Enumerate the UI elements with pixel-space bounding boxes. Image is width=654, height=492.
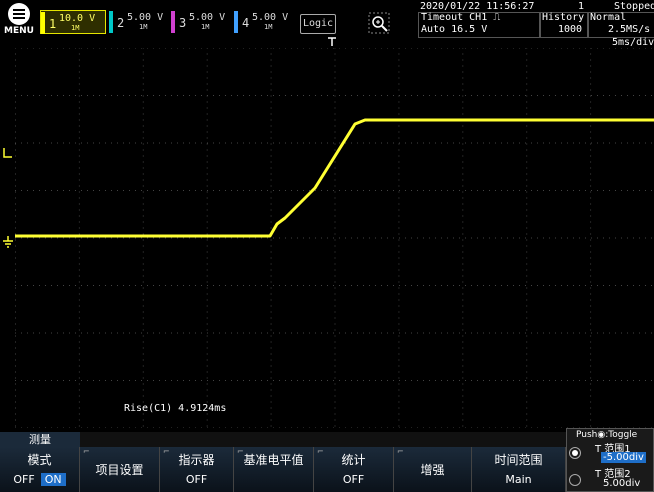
submenu-corner-icon: ⌐	[83, 447, 90, 456]
channel-4-scale: 5.00 V	[252, 12, 289, 23]
channel-4-coupling: 1M	[264, 23, 273, 31]
channel-1-number: 1	[49, 17, 57, 31]
logic-button[interactable]: Logic	[300, 14, 336, 34]
gain-softkey[interactable]: ⌐ 增强	[394, 447, 472, 492]
trigger-level-marker-icon	[3, 148, 12, 158]
range1-radio[interactable]	[569, 447, 581, 459]
channel-2-scale: 5.00 V	[127, 12, 164, 23]
push-toggle-hint: Push◉:Toggle	[576, 430, 638, 440]
gain-label: 增强	[420, 463, 445, 477]
trigger-position-marker-icon	[328, 37, 336, 46]
indicator-label: 指示器	[178, 453, 215, 467]
menu-label: MENU	[4, 26, 34, 36]
channel-4-number: 4	[242, 16, 250, 30]
channel-3-indicator[interactable]: 3 5.00 V 1M	[171, 10, 231, 34]
sample-rate: 2.5MS/s	[608, 24, 651, 35]
mode-softkey[interactable]: 模式 OFF ON	[0, 447, 80, 492]
graticule	[15, 48, 654, 428]
acquisition-mode: Normal	[590, 12, 627, 23]
time-range-panel[interactable]: Push◉:Toggle T 范围1 -5.00div T 范围2 5.00di…	[566, 428, 654, 492]
range2-value: 5.00div	[603, 478, 641, 489]
statistics-label: 统计	[341, 453, 366, 467]
range1-value[interactable]: -5.00div	[601, 452, 646, 463]
channel-3-coupling: 1M	[201, 23, 210, 31]
time-range-softkey[interactable]: 时间范围 Main	[472, 447, 566, 492]
channel-4-color-bar	[234, 11, 238, 33]
time-range-label: 时间范围	[494, 453, 543, 467]
channel-1-indicator[interactable]: 1 10.0 V 1M	[40, 10, 106, 34]
channel-4-indicator[interactable]: 4 5.00 V 1M	[234, 10, 294, 34]
indicator-value: OFF	[185, 473, 208, 486]
statistics-softkey[interactable]: ⌐ 统计 OFF	[314, 447, 394, 492]
channel-1-scale: 10.0 V	[59, 13, 96, 24]
datetime: 2020/01/22 11:56:27	[420, 1, 535, 12]
reference-level-softkey[interactable]: ⌐ 基准电平值	[234, 447, 314, 492]
submenu-corner-icon: ⌐	[397, 447, 404, 456]
channel-3-color-bar	[171, 11, 175, 33]
waveform-grid[interactable]	[15, 48, 654, 428]
ground-marker-icon	[3, 236, 13, 248]
channel-2-color-bar	[109, 11, 113, 33]
acquisition-count: 1	[578, 1, 585, 12]
channel-1-color-bar	[41, 12, 45, 34]
channel-3-scale: 5.00 V	[189, 12, 226, 23]
channel-2-indicator[interactable]: 2 5.00 V 1M	[109, 10, 169, 34]
channel-2-number: 2	[117, 16, 125, 30]
history-label: History	[542, 12, 585, 23]
mode-label: 模式	[27, 453, 52, 467]
channel-1-coupling: 1M	[71, 24, 80, 32]
range2-radio[interactable]	[569, 474, 581, 486]
zoom-icon[interactable]	[368, 12, 390, 34]
indicator-softkey[interactable]: ⌐ 指示器 OFF	[160, 447, 234, 492]
channel-2-coupling: 1M	[139, 23, 148, 31]
menu-icon	[8, 3, 30, 25]
item-setup-label: 项目设置	[95, 463, 144, 477]
top-status-bar: MENU 1 10.0 V 1M 2 5.00 V 1M 3 5.00 V 1M…	[0, 0, 654, 48]
time-range-value: Main	[505, 473, 532, 486]
measure-tab[interactable]: 测量	[0, 432, 80, 447]
measurement-readout: Rise(C1) 4.9124ms	[124, 403, 227, 414]
item-setup-softkey[interactable]: ⌐ 项目设置	[80, 447, 160, 492]
timebase: 5ms/div	[612, 37, 654, 48]
mode-off: OFF	[13, 473, 35, 486]
menu-button[interactable]: MENU	[2, 2, 36, 36]
channel-3-number: 3	[179, 16, 187, 30]
statistics-value: OFF	[342, 473, 365, 486]
run-state: Stopped	[614, 1, 654, 12]
channel-1-trace	[15, 118, 654, 238]
trigger-type: Timeout CH1 ⎍	[421, 12, 501, 23]
trigger-mode-level: Auto 16.5 V	[421, 24, 488, 35]
history-value: 1000	[558, 24, 583, 35]
mode-on: ON	[40, 473, 66, 486]
mode-options: OFF ON	[0, 473, 79, 486]
reference-level-label: 基准电平值	[243, 453, 304, 467]
